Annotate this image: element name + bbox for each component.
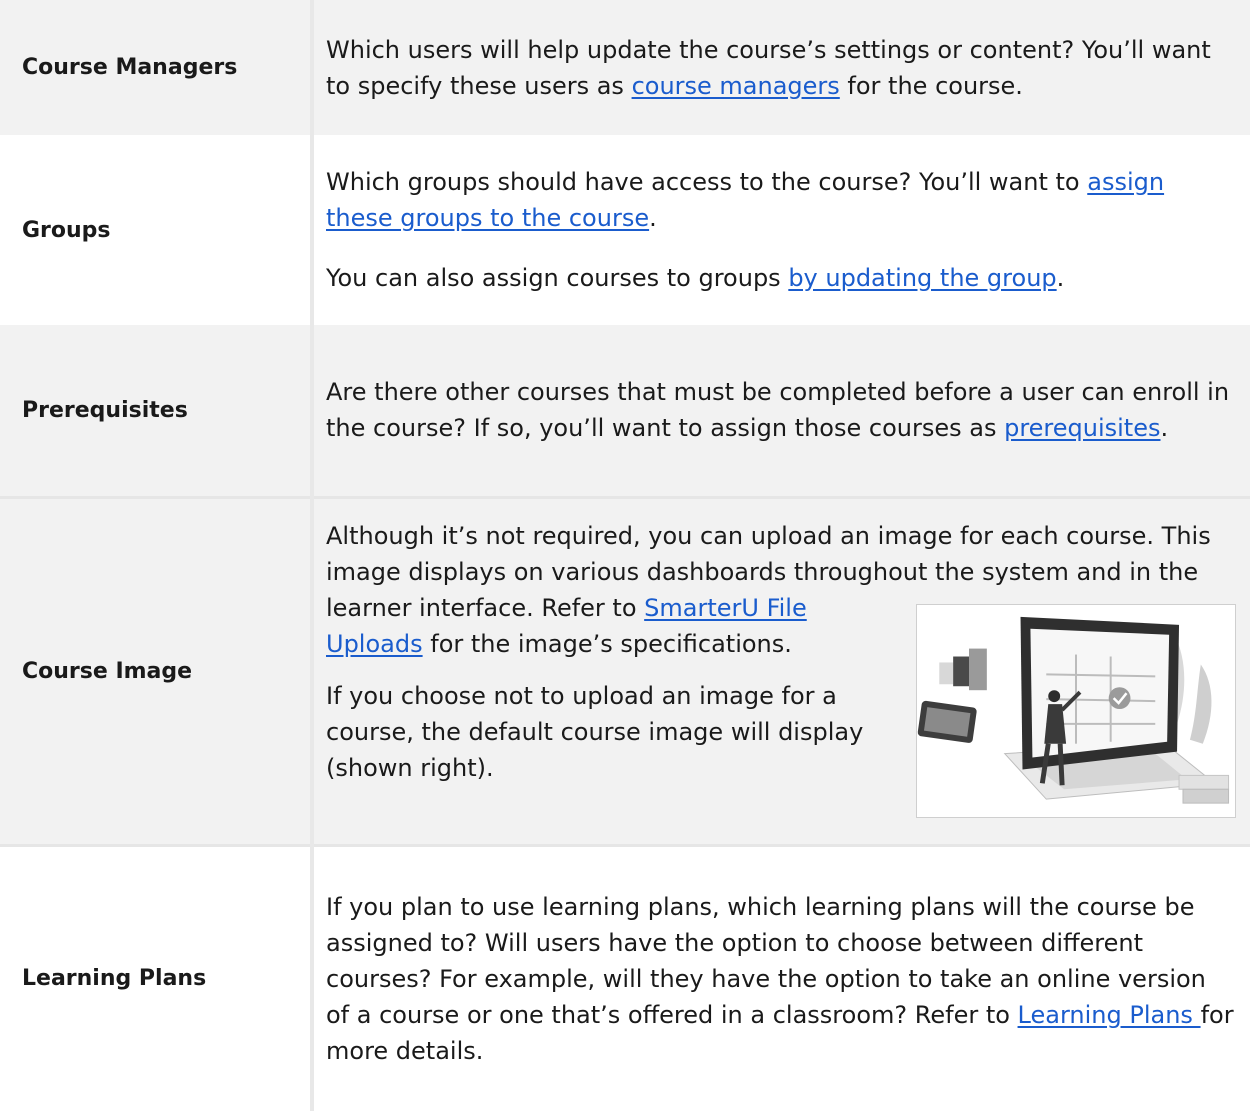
course-illustration xyxy=(917,616,1230,804)
text: If you choose not to upload an image for… xyxy=(326,682,864,782)
row-label: Learning Plans xyxy=(0,843,314,1111)
default-course-image xyxy=(916,604,1236,818)
row-prerequisites: Prerequisites Are there other courses th… xyxy=(0,325,1250,497)
row-course-image: Course Image Although it’s not required,… xyxy=(0,495,1250,845)
paragraph: Although it’s not required, you can uplo… xyxy=(326,518,1236,818)
row-description: Are there other courses that must be com… xyxy=(312,325,1250,497)
text: . xyxy=(1056,264,1065,292)
update-group-link[interactable]: by updating the group xyxy=(788,264,1056,292)
paragraph: Which groups should have access to the c… xyxy=(326,164,1236,236)
text: . xyxy=(649,204,657,232)
paragraph: If you plan to use learning plans, which… xyxy=(326,889,1236,1069)
text: . xyxy=(1160,414,1169,443)
row-label: Groups xyxy=(0,135,314,325)
course-settings-table: Course Managers Which users will help up… xyxy=(0,0,1250,1111)
paragraph: You can also assign courses to groups by… xyxy=(326,260,1236,296)
row-label: Course Image xyxy=(0,495,314,845)
course-managers-link[interactable]: course managers xyxy=(632,72,840,100)
row-learning-plans: Learning Plans If you plan to use learni… xyxy=(0,843,1250,1111)
prerequisites-link[interactable]: prerequisites xyxy=(1004,414,1160,442)
text: for the image’s specifications. xyxy=(422,630,792,658)
row-label: Prerequisites xyxy=(0,325,314,497)
paragraph: Are there other courses that must be com… xyxy=(326,374,1236,446)
text: for the course. xyxy=(839,71,1023,100)
row-description: Which users will help update the course’… xyxy=(312,0,1250,135)
row-groups: Groups Which groups should have access t… xyxy=(0,135,1250,325)
row-description: Although it’s not required, you can uplo… xyxy=(312,495,1250,845)
row-label: Course Managers xyxy=(0,0,314,135)
learning-plans-link[interactable]: Learning Plans xyxy=(1018,1001,1201,1029)
row-course-managers: Course Managers Which users will help up… xyxy=(0,0,1250,135)
paragraph: Which users will help update the course’… xyxy=(326,32,1236,104)
text: You can also assign courses to groups xyxy=(326,264,789,292)
text: Which groups should have access to the c… xyxy=(326,168,1088,196)
row-description: Which groups should have access to the c… xyxy=(312,135,1250,325)
row-description: If you plan to use learning plans, which… xyxy=(312,843,1250,1111)
